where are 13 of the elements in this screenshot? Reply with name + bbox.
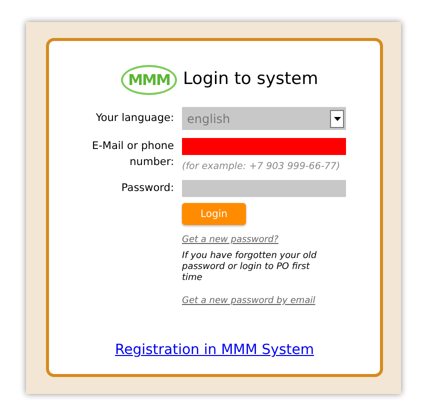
dropdown-icon	[330, 110, 344, 128]
forgot-password-link[interactable]: Get a new password?	[182, 234, 278, 248]
email-password-link[interactable]: Get a new password by email	[182, 294, 316, 308]
page-title: Login to system	[183, 68, 318, 92]
help-text: If you have forgotten your old password or login to PO first time	[182, 250, 318, 284]
field-label: Your language:	[94, 110, 174, 126]
hint-text: (for example: +7 903 999-66-77)	[182, 160, 342, 174]
email-field[interactable]	[182, 138, 346, 155]
field-label: Password:	[120, 180, 174, 196]
registration-link[interactable]: Registration in MMM System	[115, 340, 314, 362]
password-field[interactable]	[182, 180, 346, 198]
field-label: E-Mail or phone number:	[90, 139, 174, 170]
logo: MMM	[121, 65, 177, 95]
